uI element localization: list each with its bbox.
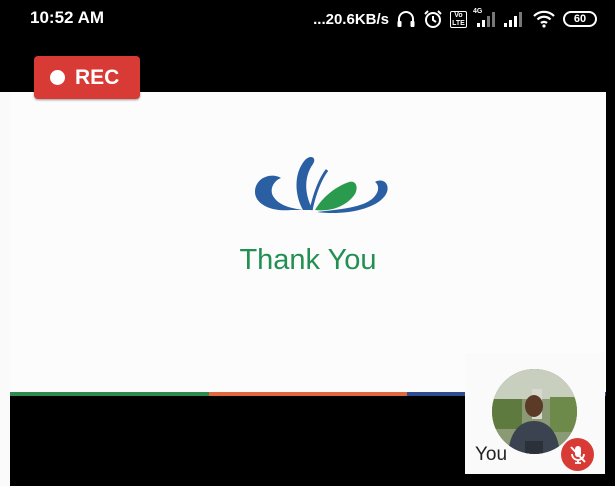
signal-4g-icon: 4G [473,8,496,27]
self-name-label: You [475,444,508,465]
left-edge [0,92,10,486]
shared-slide: Thank You [10,92,606,392]
volte-icon: Vo LTE [450,10,467,28]
avatar [492,369,577,454]
color-bar-orange [208,392,408,396]
company-logo [251,152,391,239]
battery-icon: 60 [563,11,597,27]
record-dot-icon [50,70,65,85]
wifi-icon [532,10,556,28]
status-icons: ...20.6KB/s Vo LTE 4G 60 [313,6,597,32]
recording-indicator[interactable]: REC [34,56,140,99]
self-video-tile[interactable]: You [465,353,605,474]
battery-level: 60 [563,11,597,27]
alarm-icon [423,9,443,29]
mic-off-icon[interactable] [561,438,594,471]
network-speed: ...20.6KB/s [313,11,389,28]
headphones-icon [396,10,416,28]
network-dots: ... [313,10,326,28]
network-speed-value: 20.6KB/s [325,10,389,28]
network-type-label: 4G [473,8,483,15]
slide-title: Thank You [239,244,377,276]
status-time: 10:52 AM [30,8,105,27]
status-bar: 10:52 AM ...20.6KB/s Vo LTE 4G 60 [0,0,615,38]
volte-label: Vo LTE [450,10,467,28]
signal-icon [503,11,525,27]
color-bar-green [10,392,209,396]
right-edge [606,92,615,486]
rec-label: REC [75,65,120,89]
